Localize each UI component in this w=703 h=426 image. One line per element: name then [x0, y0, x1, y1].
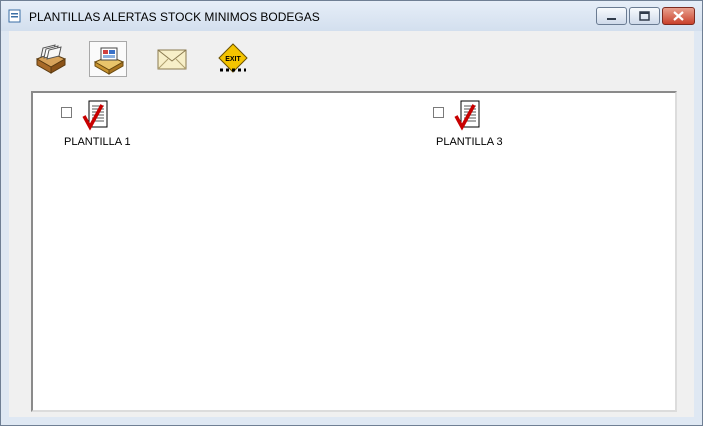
document-check-icon: [82, 100, 108, 131]
client-area: EXIT PLANTILLA 1 PLANTILLA 3: [9, 31, 694, 417]
envelope-icon: [157, 49, 187, 70]
template-label-1: PLANTILLA 1: [64, 136, 131, 148]
template-item-1[interactable]: PLANTILLA 1: [61, 99, 181, 159]
exit-sign-text: EXIT: [225, 56, 241, 63]
app-icon: [8, 9, 21, 23]
template-checkbox-1[interactable]: [61, 107, 72, 118]
minimize-button[interactable]: [596, 7, 627, 25]
minimize-icon: [607, 18, 616, 20]
window-title: PLANTILLAS ALERTAS STOCK MINIMOS BODEGAS: [29, 10, 320, 24]
maximize-icon: [639, 11, 650, 21]
templates-panel: PLANTILLA 1 PLANTILLA 3: [31, 91, 677, 412]
title-bar[interactable]: PLANTILLAS ALERTAS STOCK MINIMOS BODEGAS: [1, 1, 702, 31]
exit-sign-icon: EXIT: [218, 43, 248, 73]
email-button[interactable]: [153, 41, 191, 77]
maximize-button[interactable]: [629, 7, 660, 25]
exit-button[interactable]: EXIT: [214, 41, 252, 77]
close-button[interactable]: [662, 7, 695, 25]
card-file-icon: [35, 44, 67, 74]
database-button[interactable]: [89, 41, 127, 77]
archive-button[interactable]: [32, 41, 70, 77]
close-icon: [673, 11, 684, 21]
document-check-icon: [454, 100, 480, 131]
template-item-3[interactable]: PLANTILLA 3: [433, 99, 553, 159]
main-window: PLANTILLAS ALERTAS STOCK MINIMOS BODEGAS: [0, 0, 703, 426]
template-label-3: PLANTILLA 3: [436, 136, 503, 148]
template-checkbox-3[interactable]: [433, 107, 444, 118]
database-tray-icon: [93, 47, 125, 75]
